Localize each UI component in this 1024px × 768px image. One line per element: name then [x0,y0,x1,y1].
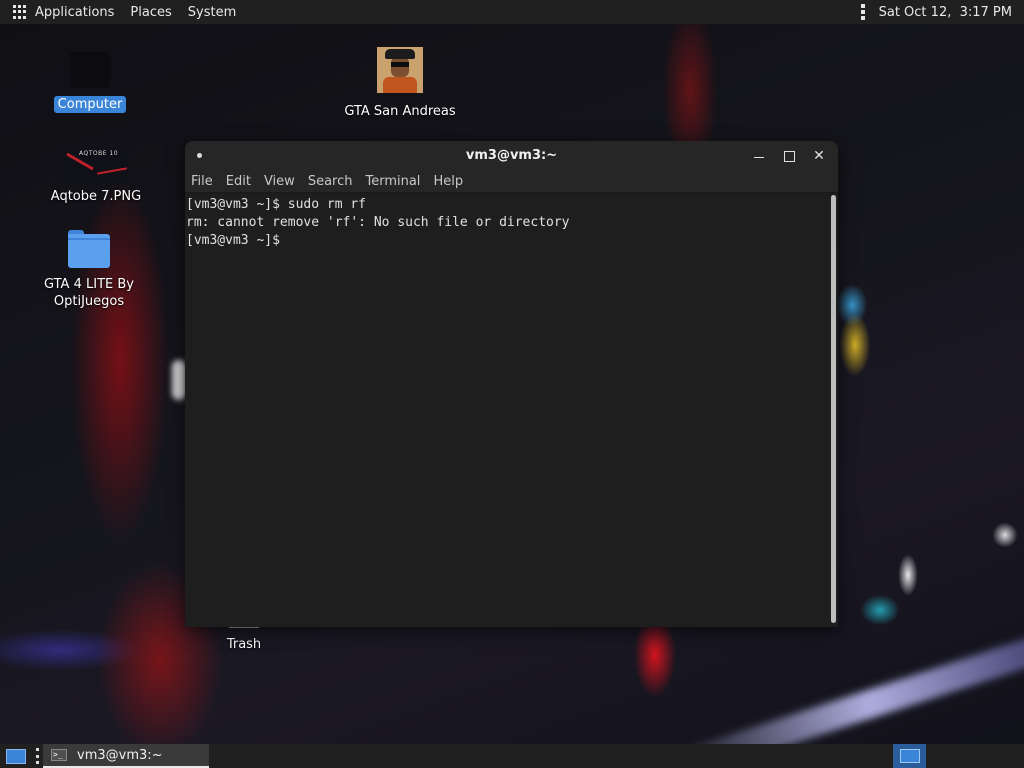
desktop-icon-computer[interactable]: Computer [50,52,130,113]
terminal-icon: >_ [51,749,67,761]
desktop-icon-label: GTA San Andreas [344,104,456,119]
workspace-switcher[interactable] [893,744,926,768]
desktop-icon-label: Computer [53,96,127,113]
terminal-line: [vm3@vm3 ~]$ [186,233,280,248]
close-button[interactable]: ✕ [808,146,830,166]
menu-view[interactable]: View [264,174,295,189]
panel-menu-dots-icon[interactable] [860,4,865,20]
image-thumbnail-icon: AQTOBE 10 [63,146,129,184]
bottom-panel: >_ vm3@vm3:~ [0,744,1024,768]
menu-search[interactable]: Search [308,174,353,189]
desktop-icon-label: GTA 4 LITE By [44,277,134,292]
desktop-icon-trash[interactable]: Trash [214,624,274,653]
desktop-icon-label: Trash [226,637,262,652]
minimize-icon [754,156,764,158]
desktop-icon-label-line2: OptiJuegos [53,294,125,309]
terminal-output[interactable]: [vm3@vm3 ~]$ sudo rm rf rm: cannot remove… [185,193,838,627]
close-icon: ✕ [813,148,825,164]
desktop-icon-gta4-lite-folder[interactable]: GTA 4 LITE By OptiJuegos [34,230,144,310]
wallpaper-light-blob [172,360,186,400]
menu-terminal[interactable]: Terminal [365,174,420,189]
menu-help[interactable]: Help [433,174,463,189]
terminal-line: rm: cannot remove 'rf': No such file or … [186,215,570,230]
terminal-menubar: File Edit View Search Terminal Help [185,171,838,193]
taskbar-item-label: vm3@vm3:~ [77,747,163,763]
maximize-icon [783,150,795,162]
desktop-icon-gta-san-andreas[interactable]: GTA San Andreas [340,47,460,120]
top-panel: Applications Places System Sat Oct 12, 3… [0,0,1024,24]
minimize-button[interactable] [748,146,770,166]
maximize-button[interactable] [778,146,800,166]
menu-edit[interactable]: Edit [226,174,251,189]
show-desktop-button[interactable] [6,748,26,764]
folder-icon [68,230,110,268]
apps-grid-icon[interactable] [13,5,27,19]
panel-right-area: Sat Oct 12, 3:17 PM [860,4,1012,20]
terminal-window[interactable]: vm3@vm3:~ ✕ File Edit View Search Termin… [185,141,838,627]
terminal-titlebar[interactable]: vm3@vm3:~ ✕ [185,141,838,171]
desktop-icon-aqtobe-png[interactable]: AQTOBE 10 Aqtobe 7.PNG [40,146,152,205]
terminal-line: [vm3@vm3 ~]$ sudo rm rf [186,197,367,212]
menu-places[interactable]: Places [130,5,171,20]
workspace-1[interactable] [899,749,920,763]
desktop-icon-label: Aqtobe 7.PNG [50,189,142,204]
thumbnail-text: AQTOBE 10 [79,150,119,157]
menu-system[interactable]: System [188,5,236,20]
terminal-scrollbar[interactable] [831,195,836,623]
window-controls: ✕ [740,146,830,166]
computer-icon [70,52,110,88]
clock[interactable]: Sat Oct 12, 3:17 PM [879,5,1012,20]
menu-file[interactable]: File [191,174,213,189]
gta-san-andreas-icon [377,47,423,93]
taskbar-item-terminal[interactable]: >_ vm3@vm3:~ [43,744,209,768]
menu-applications[interactable]: Applications [35,5,114,20]
taskbar-handle-icon[interactable] [36,748,39,764]
